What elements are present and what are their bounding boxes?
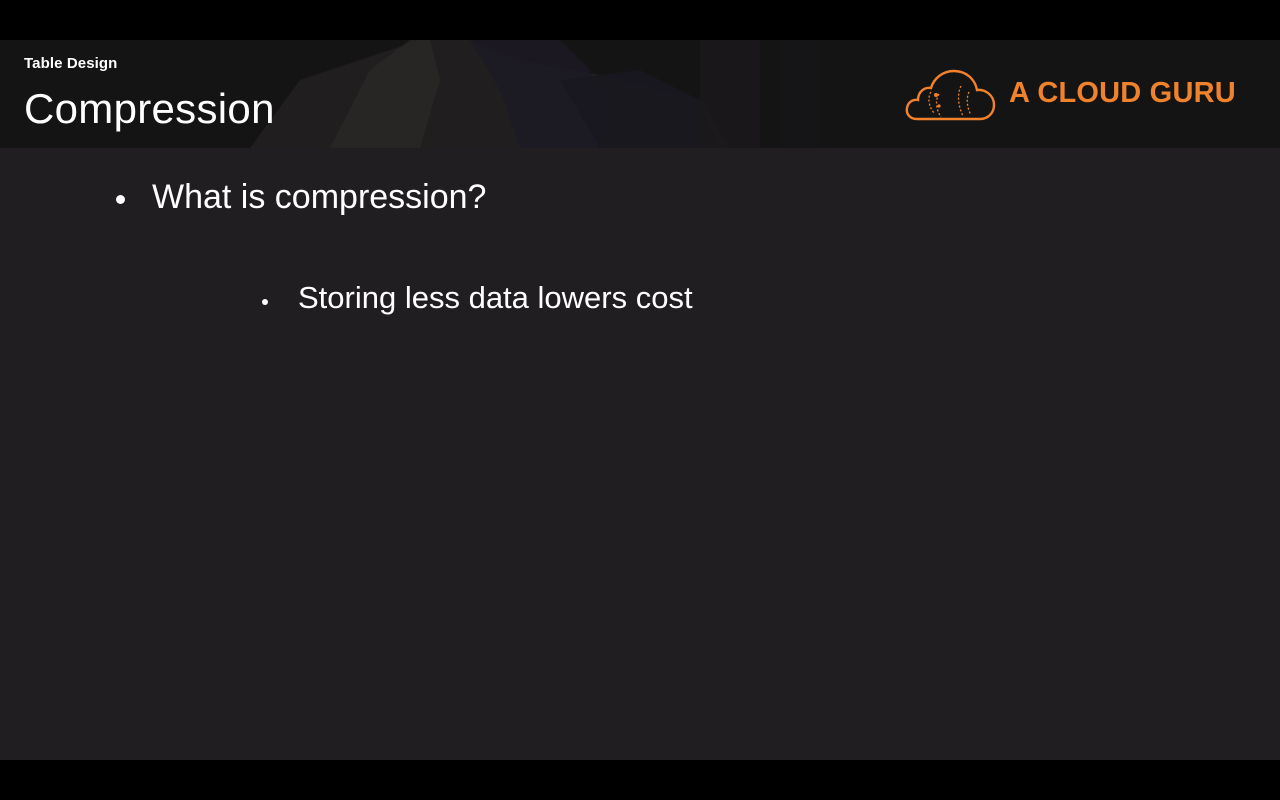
bullet-dot-icon [262,299,268,305]
bullet-dot-icon [116,195,125,204]
bullet-text: Storing less data lowers cost [298,280,693,315]
brand-logo: A CLOUD GURU [905,68,1245,122]
letterbox-top [0,0,1280,40]
slide-header: Table Design Compression A CLOUD GURU [0,40,1280,148]
section-label: Table Design [24,55,118,72]
letterbox-bottom [0,760,1280,800]
presentation-slide: Table Design Compression A CLOUD GURU Wh… [0,40,1280,760]
slide-title: Compression [24,85,275,132]
cloud-logo-icon [905,69,996,121]
bullet-text: What is compression? [152,178,487,216]
brand-name: A CLOUD GURU [1009,77,1236,109]
